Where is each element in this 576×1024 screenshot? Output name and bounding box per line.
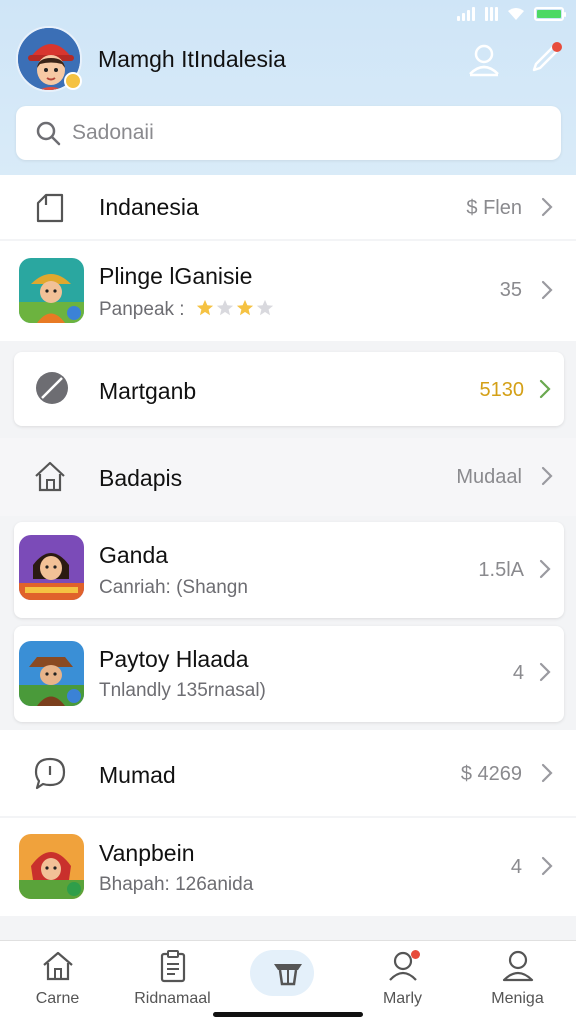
star-filled-icon bbox=[196, 299, 213, 316]
chevron-right-icon bbox=[539, 559, 551, 579]
notification-dot bbox=[411, 950, 420, 959]
star-filled-icon bbox=[216, 299, 233, 316]
tab-user[interactable]: Marly bbox=[345, 948, 460, 1008]
hat-icon bbox=[273, 964, 302, 986]
game-thumb-girl bbox=[19, 535, 84, 600]
item-value: Mudaal bbox=[456, 466, 522, 488]
header: Mamgh ItIndalesia bbox=[0, 0, 576, 175]
home-indicator bbox=[213, 1012, 363, 1017]
chevron-right-icon bbox=[541, 856, 553, 876]
tab-list[interactable]: Ridnamaal bbox=[115, 948, 230, 1008]
battery-icon bbox=[534, 7, 566, 21]
star-empty-icon bbox=[256, 299, 273, 316]
list-item[interactable]: Vanpbein Bhapah: 126anida 4 bbox=[0, 818, 576, 916]
chevron-right-icon bbox=[541, 197, 553, 217]
item-value: 1.5lA bbox=[478, 559, 524, 581]
signal-icon bbox=[457, 7, 475, 21]
house-icon bbox=[35, 461, 65, 492]
item-title: Badapis bbox=[99, 465, 183, 491]
item-title: Paytoy Hlaada bbox=[99, 646, 249, 672]
star-filled-icon bbox=[236, 299, 253, 316]
item-value: 4 bbox=[512, 662, 524, 684]
tab-label: Ridnamaal bbox=[134, 990, 211, 1007]
chevron-right-icon bbox=[541, 280, 553, 300]
tab-home[interactable]: Carne bbox=[0, 948, 115, 1008]
item-title: Vanpbein bbox=[99, 840, 195, 866]
username: Mamgh ItIndalesia bbox=[98, 46, 286, 72]
game-thumb-redhood bbox=[19, 834, 84, 899]
item-title: Mumad bbox=[99, 762, 176, 788]
chevron-right-icon bbox=[539, 662, 551, 682]
tab-center[interactable] bbox=[230, 954, 345, 996]
list-item-highlighted[interactable]: Martganb 5130 bbox=[14, 352, 564, 426]
item-subtitle: Canriah: (Shangn bbox=[99, 577, 248, 598]
game-thumb-cowboy bbox=[19, 641, 84, 706]
chevron-right-icon bbox=[541, 466, 553, 486]
leaf-icon bbox=[36, 372, 68, 404]
chevron-right-icon bbox=[539, 379, 551, 399]
list-item[interactable]: Mumad $ 4269 bbox=[0, 730, 576, 816]
home-icon bbox=[42, 951, 73, 981]
game-thumb-farmer bbox=[19, 258, 84, 323]
tab-profile[interactable]: Meniga bbox=[460, 948, 575, 1008]
search-input[interactable] bbox=[72, 121, 512, 145]
list-item[interactable]: Plinge lGanisie Panpeak : 35 bbox=[0, 241, 576, 341]
search-icon bbox=[36, 121, 61, 146]
item-title: Indanesia bbox=[99, 194, 199, 220]
item-value: 4 bbox=[510, 856, 522, 878]
chevron-right-icon bbox=[541, 763, 553, 783]
item-value: 5130 bbox=[479, 379, 525, 401]
item-value: 35 bbox=[499, 279, 522, 301]
item-title: Martganb bbox=[99, 378, 197, 404]
item-subtitle: Bhapah: 126anida bbox=[99, 874, 254, 895]
clipboard-icon bbox=[160, 950, 185, 983]
profile-icon bbox=[502, 950, 533, 982]
item-value: $ Flen bbox=[466, 197, 522, 219]
avatar-badge bbox=[64, 72, 82, 90]
search-bar[interactable] bbox=[16, 106, 561, 160]
person-icon[interactable] bbox=[466, 42, 502, 78]
status-bar bbox=[457, 4, 566, 24]
item-subtitle: Tnlandly 135rnasal) bbox=[99, 680, 266, 701]
tab-label: Marly bbox=[382, 990, 423, 1007]
chat-bubble-icon bbox=[34, 757, 66, 790]
wifi-icon bbox=[508, 8, 524, 20]
item-value: $ 4269 bbox=[460, 763, 522, 785]
notification-dot bbox=[552, 42, 562, 52]
list-item[interactable]: Paytoy Hlaada Tnlandly 135rnasal) 4 bbox=[14, 626, 564, 722]
list-item[interactable]: Badapis Mudaal bbox=[0, 438, 576, 516]
signal-secondary-icon bbox=[485, 7, 498, 21]
tag-icon bbox=[36, 193, 64, 223]
item-subtitle: Panpeak : bbox=[99, 299, 274, 321]
list-item[interactable]: Ganda Canriah: (Shangn 1.5lA bbox=[14, 522, 564, 618]
item-title: Ganda bbox=[99, 542, 169, 568]
tab-label: Carne bbox=[35, 990, 80, 1007]
item-title: Plinge lGanisie bbox=[99, 263, 253, 289]
rating-stars bbox=[196, 299, 274, 317]
list-item[interactable]: Indanesia $ Flen bbox=[0, 175, 576, 239]
tab-label: Meniga bbox=[491, 990, 544, 1007]
